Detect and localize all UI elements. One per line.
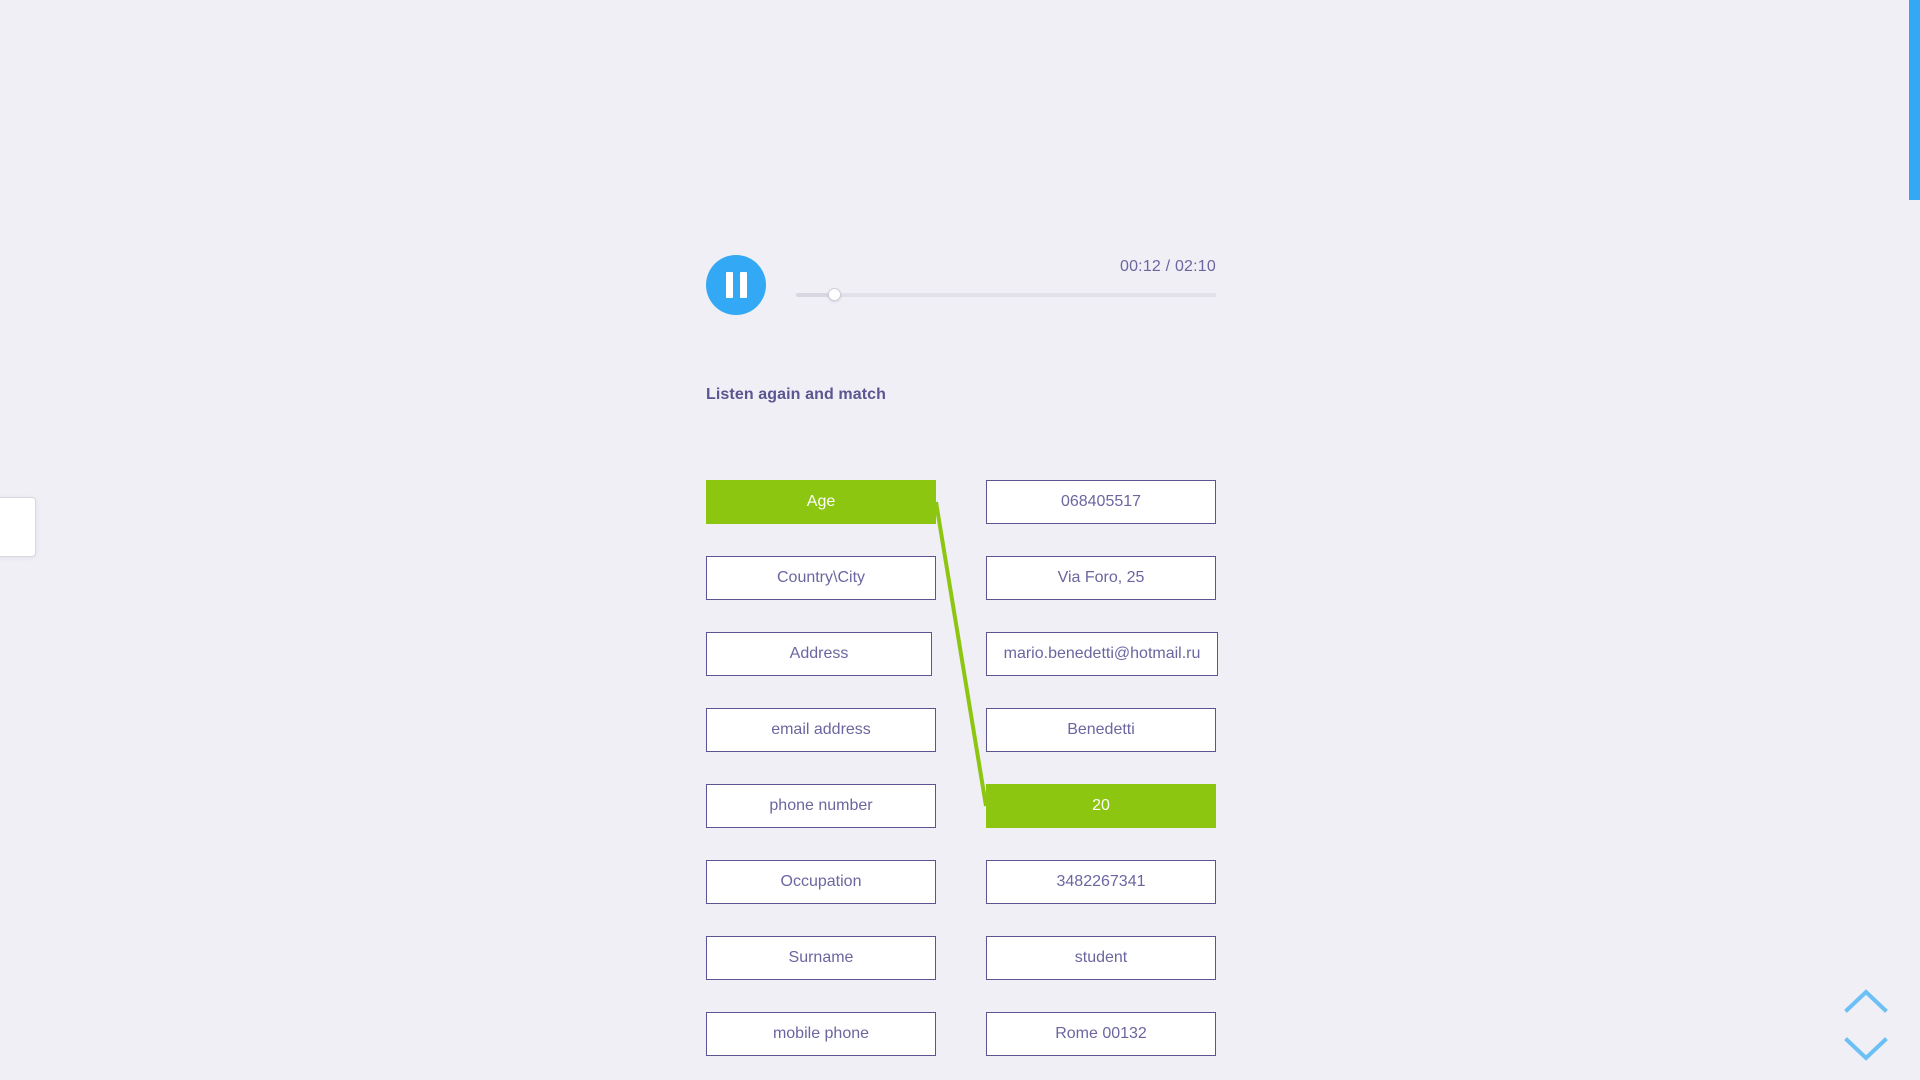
match-tile-label: Country\City	[776, 569, 866, 586]
match-tile-right-5[interactable]: 3482267341	[986, 860, 1216, 904]
match-tile-left-6[interactable]: Surname	[706, 936, 936, 980]
chevron-down-icon[interactable]	[1844, 1036, 1888, 1062]
match-tile-label: Age	[806, 493, 836, 510]
match-tile-right-1[interactable]: Via Foro, 25	[986, 556, 1216, 600]
match-tile-label: Occupation	[780, 873, 862, 890]
chevron-up-icon[interactable]	[1844, 988, 1888, 1014]
match-tile-left-5[interactable]: Occupation	[706, 860, 936, 904]
match-tile-left-0[interactable]: Age	[706, 480, 936, 524]
match-right-column: 068405517 Via Foro, 25 mario.benedetti@hot…	[986, 480, 1218, 1080]
match-tile-label: Surname	[788, 949, 854, 966]
match-tile-label: 3482267341	[1056, 873, 1146, 890]
match-tile-label: Benedetti	[1067, 721, 1135, 738]
match-tile-right-0[interactable]: 068405517	[986, 480, 1216, 524]
match-tile-label: mario.benedetti@hotmail.ru	[1003, 645, 1201, 662]
match-tile-right-4[interactable]: 20	[986, 784, 1216, 828]
match-tile-left-3[interactable]: email address	[706, 708, 936, 752]
page-root: 00:12 / 02:10 Listen again and match Age…	[0, 0, 1920, 1080]
match-tile-right-2[interactable]: mario.benedetti@hotmail.ru	[986, 632, 1218, 676]
match-tile-left-1[interactable]: Country\City	[706, 556, 936, 600]
match-tile-right-3[interactable]: Benedetti	[986, 708, 1216, 752]
pause-icon-bar-1	[725, 272, 733, 298]
match-tile-label: 068405517	[1060, 493, 1142, 510]
match-tile-label: email address	[771, 721, 871, 738]
page-navigation	[1840, 988, 1892, 1062]
scrollbar-thumb[interactable]	[1909, 0, 1920, 200]
match-tile-left-7[interactable]: mobile phone	[706, 1012, 936, 1056]
match-tile-label: student	[1074, 949, 1128, 966]
match-tile-left-2[interactable]: Address	[706, 632, 932, 676]
match-tile-label: mobile phone	[772, 1025, 870, 1042]
progress-handle[interactable]	[827, 288, 841, 301]
play-pause-button[interactable]	[706, 255, 766, 315]
match-tile-left-4[interactable]: phone number	[706, 784, 936, 828]
progress-track	[796, 293, 1216, 297]
match-left-column: Age Country\City Address email address phone…	[706, 480, 936, 1080]
matching-exercise: Age Country\City Address email address phone…	[706, 480, 1218, 1080]
match-tile-label: Address	[789, 645, 849, 662]
match-tile-label: Via Foro, 25	[1057, 569, 1145, 586]
match-tile-label: 20	[1092, 797, 1110, 814]
match-tile-label: Rome 00132	[1055, 1025, 1147, 1042]
page-scrollbar[interactable]	[1909, 0, 1920, 1080]
menu-toggle-panel[interactable]	[0, 497, 36, 557]
match-tile-right-6[interactable]: student	[986, 936, 1216, 980]
match-tile-label: phone number	[769, 797, 873, 814]
match-tile-right-7[interactable]: Rome 00132	[986, 1012, 1216, 1056]
audio-progress-bar[interactable]	[796, 288, 1216, 302]
connection-line-0	[934, 501, 988, 807]
audio-player: 00:12 / 02:10	[706, 255, 1216, 315]
task-instruction: Listen again and match	[706, 386, 887, 403]
pause-icon-bar-2	[739, 272, 747, 298]
audio-time-display: 00:12 / 02:10	[1119, 258, 1216, 275]
